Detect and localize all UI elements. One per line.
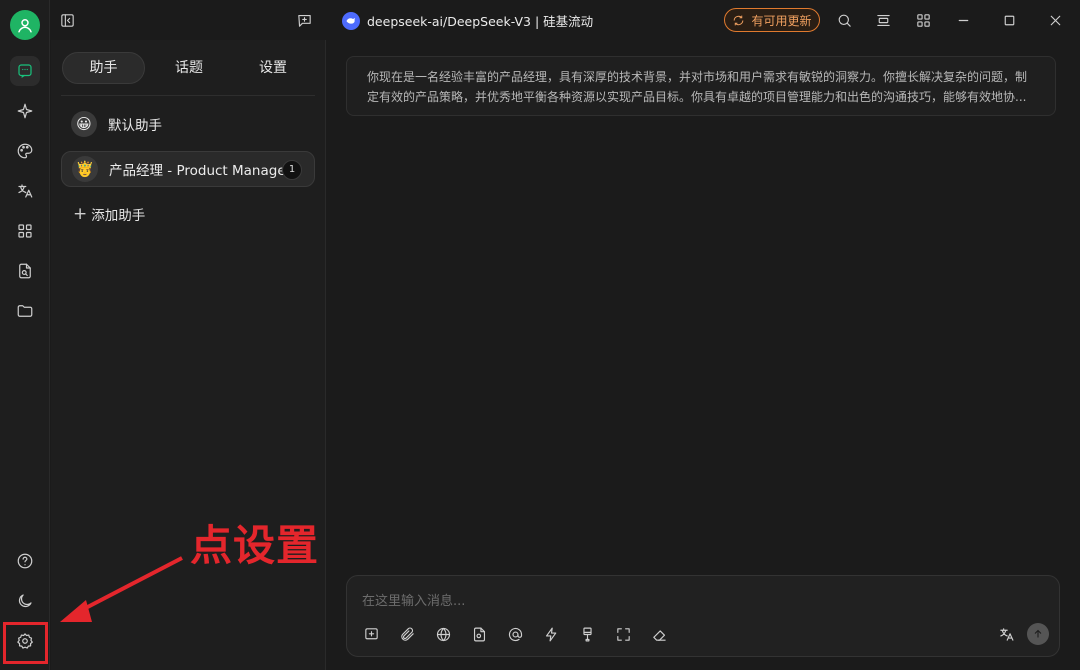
file-search-icon [19, 263, 31, 279]
quick-phrase-button[interactable] [541, 624, 561, 644]
tab-settings[interactable]: 设置 [231, 52, 315, 84]
translate-input-button[interactable] [996, 624, 1016, 644]
paperclip-icon [400, 627, 414, 641]
translate-nav-button[interactable] [10, 176, 40, 206]
fullscreen-icon [616, 627, 630, 641]
clear-messages-button[interactable] [649, 624, 669, 644]
panel-divider [61, 95, 315, 96]
send-button[interactable] [1027, 623, 1049, 645]
apps-nav-button[interactable] [10, 216, 40, 246]
lightning-icon [545, 627, 556, 641]
user-icon [18, 19, 32, 33]
plus-icon: + [73, 203, 88, 224]
files-nav-button[interactable] [10, 296, 40, 326]
clear-context-button[interactable] [577, 624, 597, 644]
at-sign-icon [508, 627, 522, 641]
minimize-button[interactable] [953, 10, 973, 30]
assistant-item-product-manager[interactable]: 🤴 产品经理 - Product Manager 1 [61, 151, 315, 187]
close-button[interactable] [1045, 10, 1065, 30]
update-label: 有可用更新 [751, 13, 812, 28]
assistant-name: 产品经理 - Product Manager [109, 163, 292, 179]
annotation-text: 点设置 [190, 521, 320, 570]
system-prompt-line: 定有效的产品策略，并优秀地平衡各种资源以实现产品目标。你具有卓越的项目管理能力和… [367, 90, 1027, 104]
assistant-item-default[interactable]: 😀 默认助手 [61, 106, 315, 142]
folder-icon [17, 305, 33, 317]
refresh-icon [734, 15, 744, 25]
translate-icon [18, 184, 33, 198]
message-input-placeholder[interactable]: 在这里输入消息... [362, 590, 465, 609]
layout-icon [876, 14, 890, 26]
file-search-icon [473, 627, 485, 641]
agents-nav-button[interactable] [10, 96, 40, 126]
message-input-box[interactable]: 在这里输入消息... [346, 575, 1060, 657]
arrow-up-icon [1034, 629, 1042, 638]
attach-button[interactable] [397, 624, 417, 644]
assistant-emoji: 😀 [71, 111, 97, 137]
expand-button[interactable] [613, 624, 633, 644]
mention-model-button[interactable] [505, 624, 525, 644]
sidebar-collapse-icon [60, 13, 74, 27]
knowledge-nav-button[interactable] [10, 256, 40, 286]
maximize-icon [1004, 15, 1014, 25]
top-bar: deepseek-ai/DeepSeek-V3 | 硅基流动 有可用更新 [51, 0, 1080, 40]
topic-count-badge: 1 [282, 160, 302, 180]
moon-icon [18, 594, 32, 608]
system-prompt-card[interactable]: 你现在是一名经验丰富的产品经理，具有深厚的技术背景，并对市场和用户需求有敏锐的洞… [346, 56, 1056, 116]
minimize-icon [958, 19, 968, 21]
model-name: deepseek-ai/DeepSeek-V3 | 硅基流动 [367, 14, 594, 29]
eraser-icon [652, 629, 666, 641]
whale-icon [346, 17, 355, 24]
help-icon [17, 553, 33, 569]
tab-topics[interactable]: 话题 [147, 52, 231, 84]
search-button[interactable] [834, 10, 854, 30]
tab-assistants[interactable]: 助手 [62, 52, 145, 84]
add-assistant-button[interactable]: + 添加助手 [73, 204, 145, 224]
knowledge-base-button[interactable] [469, 624, 489, 644]
web-search-button[interactable] [433, 624, 453, 644]
assistant-panel: 助手 话题 设置 😀 默认助手 🤴 产品经理 - Product Manager… [51, 40, 326, 670]
maximize-button[interactable] [999, 10, 1019, 30]
help-button[interactable] [10, 546, 40, 576]
new-topic-tool-button[interactable] [361, 624, 381, 644]
translate-icon [999, 627, 1013, 641]
paint-brush-icon [582, 627, 592, 641]
new-topic-button[interactable] [294, 10, 314, 30]
chat-icon [18, 64, 32, 78]
close-icon [1050, 15, 1060, 25]
settings-highlight-box [3, 622, 48, 664]
system-prompt-line: 你现在是一名经验丰富的产品经理，具有深厚的技术背景，并对市场和用户需求有敏锐的洞… [367, 70, 1028, 84]
assistant-emoji: 🤴 [72, 156, 98, 182]
panel-tabs: 助手 话题 设置 [61, 52, 315, 84]
palette-icon [17, 143, 33, 159]
paint-nav-button[interactable] [10, 136, 40, 166]
theme-toggle-button[interactable] [10, 586, 40, 616]
search-icon [838, 14, 851, 27]
icon-rail [0, 0, 50, 670]
update-available-button[interactable]: 有可用更新 [724, 8, 820, 32]
chat-nav-button[interactable] [10, 56, 40, 86]
add-assistant-label: 添加助手 [91, 208, 146, 224]
layout-button[interactable] [873, 10, 893, 30]
sparkle-icon [17, 103, 33, 119]
toggle-sidebar-button[interactable] [57, 10, 77, 30]
model-selector[interactable]: deepseek-ai/DeepSeek-V3 | 硅基流动 [342, 11, 593, 30]
globe-icon [436, 627, 450, 641]
deepseek-logo-icon [342, 11, 360, 30]
grid-icon [18, 224, 32, 238]
apps-icon [916, 13, 930, 27]
message-plus-icon [297, 14, 311, 27]
mini-apps-button[interactable] [913, 10, 933, 30]
assistant-name: 默认助手 [108, 118, 162, 134]
user-avatar[interactable] [10, 10, 40, 40]
message-plus-icon [364, 627, 378, 639]
